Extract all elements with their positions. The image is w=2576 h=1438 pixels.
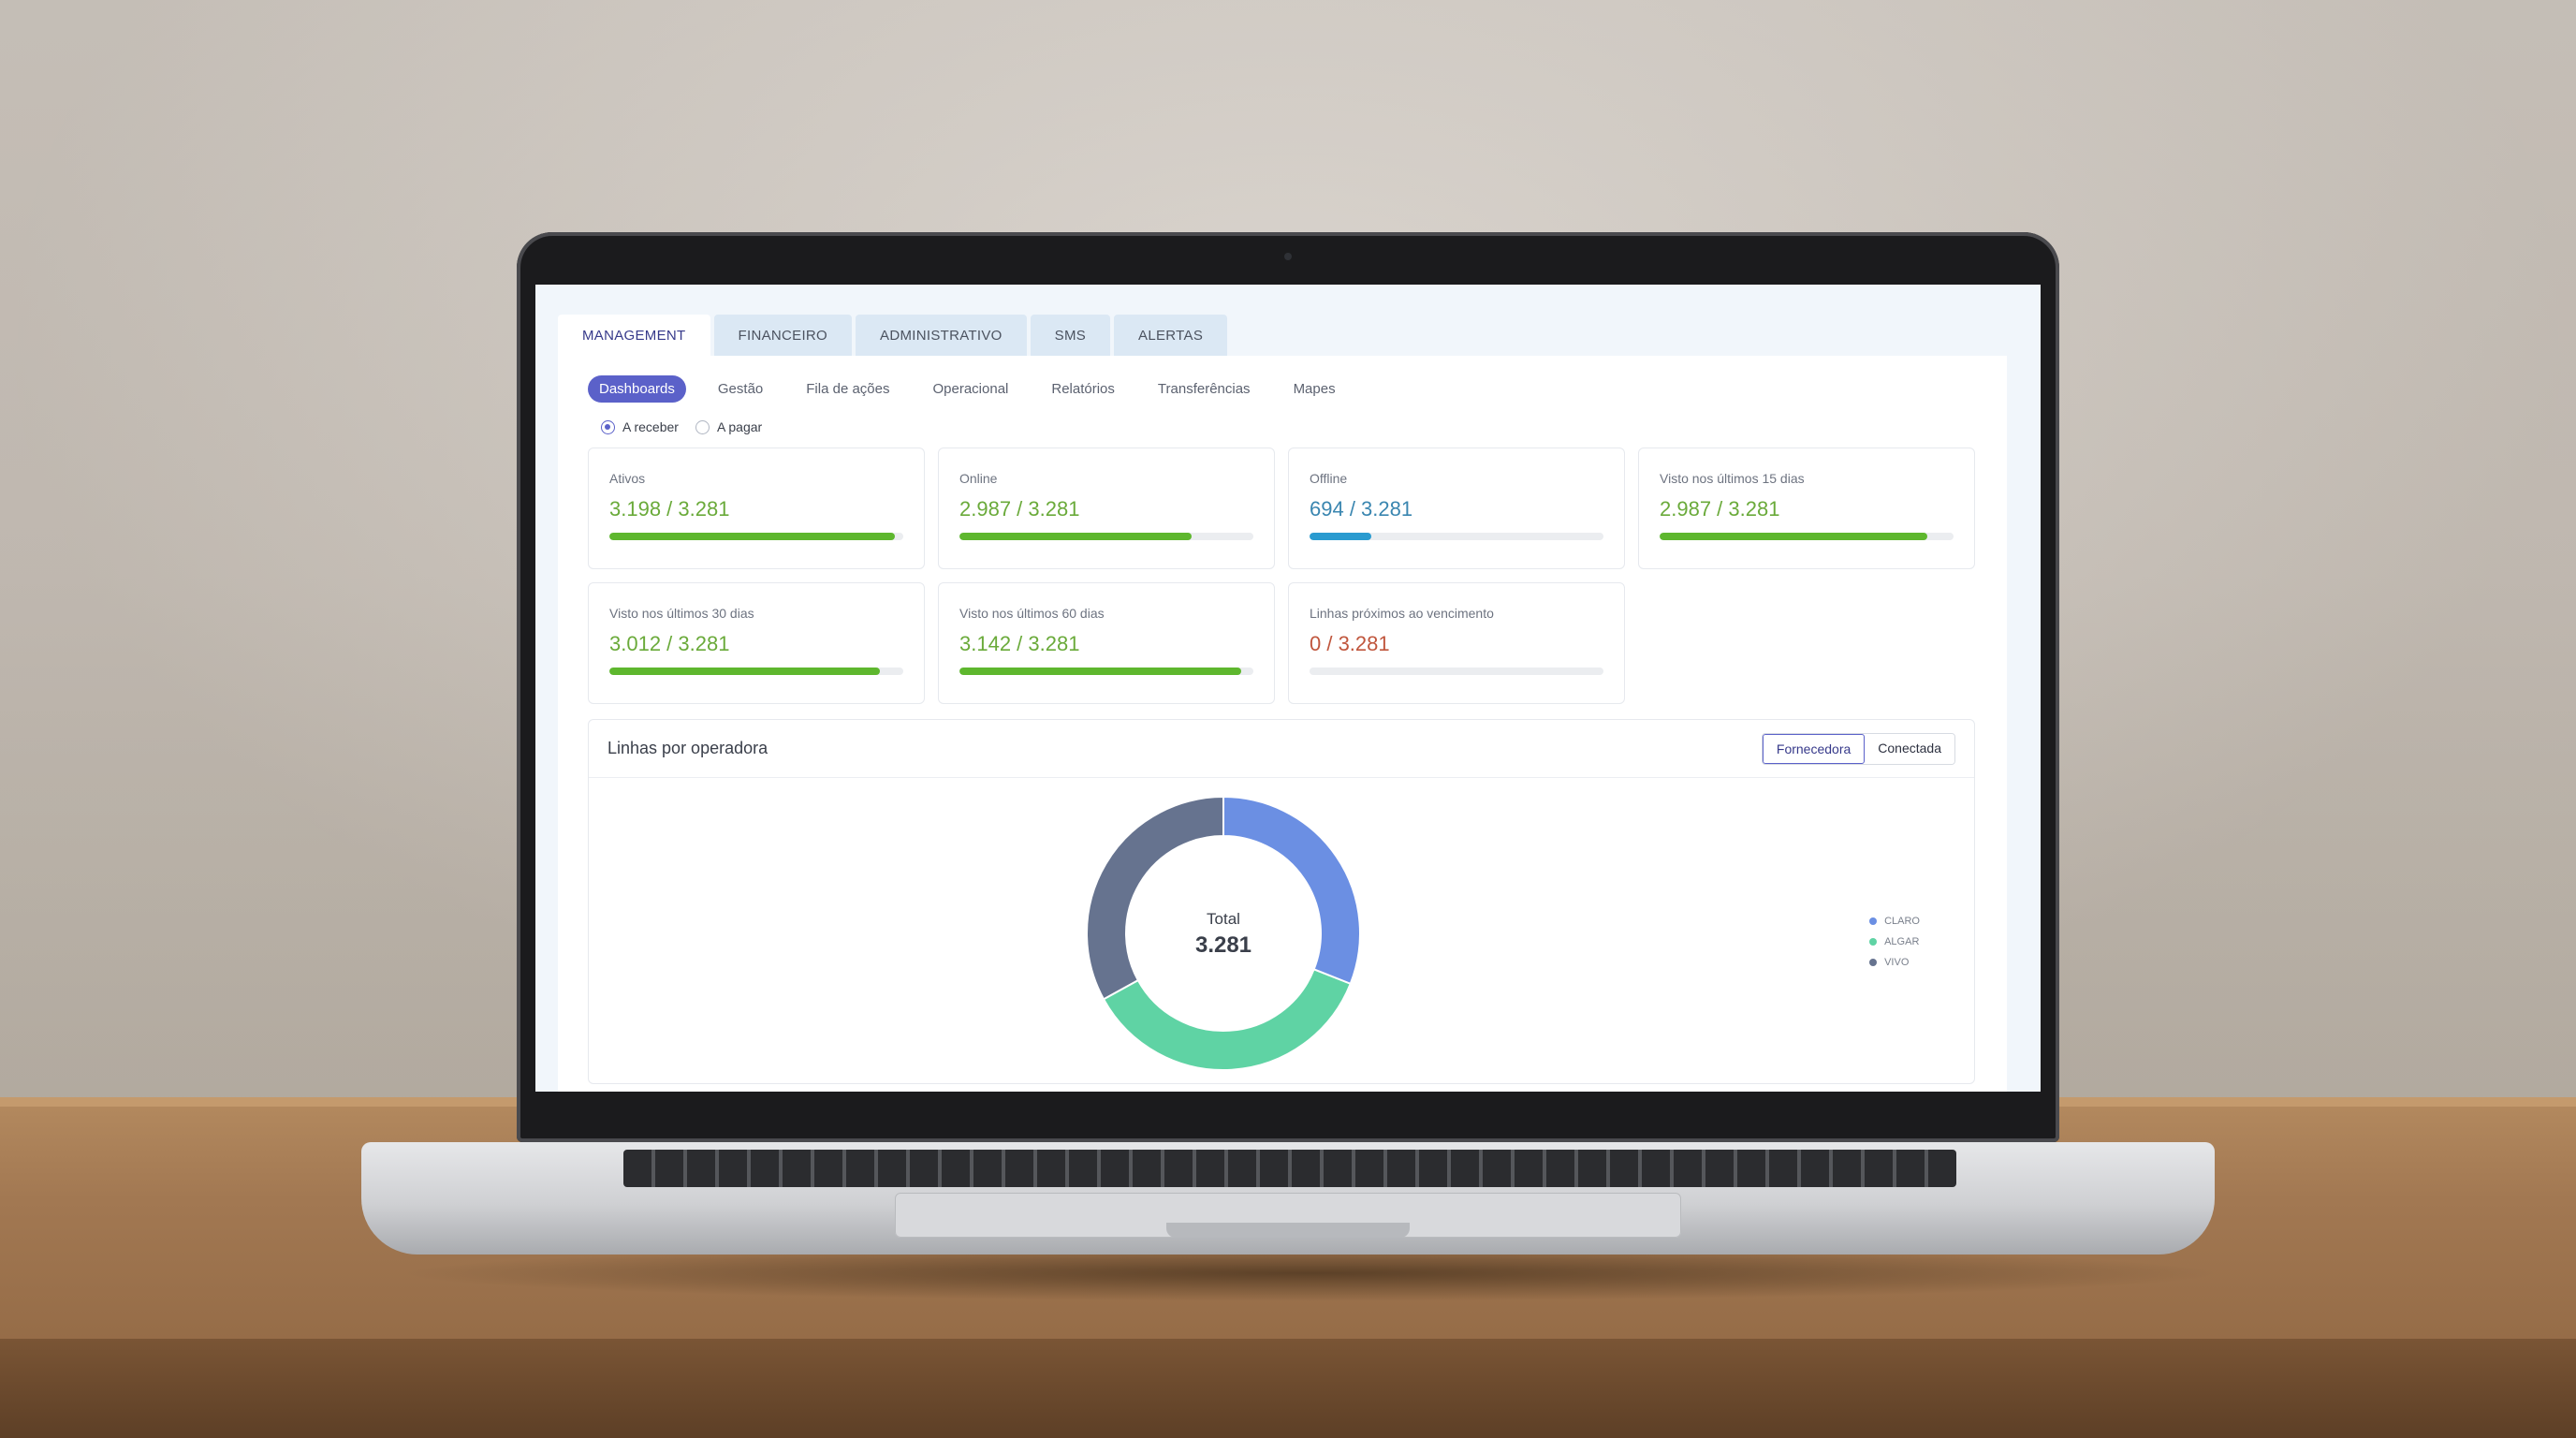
progress-track bbox=[1660, 533, 1954, 540]
metric-label: Visto nos últimos 60 dias bbox=[959, 606, 1105, 621]
progress-track bbox=[959, 533, 1253, 540]
app: MANAGEMENT FINANCEIRO ADMINISTRATIVO SMS ALE… bbox=[535, 285, 2041, 1092]
progress-track bbox=[609, 668, 903, 675]
legend-dot-icon bbox=[1869, 959, 1878, 966]
radio-a-receber[interactable]: A receber bbox=[601, 419, 679, 434]
toggle-fornecedora[interactable]: Fornecedora bbox=[1762, 733, 1866, 764]
chart-card: Linhas por operadora Fornecedora Conecta… bbox=[588, 719, 1975, 1084]
legend-item[interactable]: ALGAR bbox=[1869, 932, 1920, 952]
metric-label: Visto nos últimos 15 dias bbox=[1660, 471, 1805, 486]
legend-dot-icon bbox=[1869, 938, 1878, 946]
progress-fill bbox=[959, 668, 1242, 675]
laptop-screen: MANAGEMENT FINANCEIRO ADMINISTRATIVO SMS ALE… bbox=[535, 285, 2041, 1092]
tab-management[interactable]: MANAGEMENT bbox=[558, 315, 710, 356]
legend-dot-icon bbox=[1869, 917, 1878, 925]
legend-label: VIVO bbox=[1884, 957, 1910, 968]
metric-label: Offline bbox=[1310, 471, 1348, 486]
metric-value: 2.987 / 3.281 bbox=[959, 497, 1080, 521]
subnav-item[interactable]: Transferências bbox=[1147, 375, 1262, 403]
metric-cards: Ativos 3.198 / 3.281 Online 2.987 / 3.281 Of… bbox=[588, 448, 1977, 704]
radio-selected-icon bbox=[601, 419, 615, 434]
progress-fill bbox=[959, 533, 1193, 540]
metric-card[interactable]: Visto nos últimos 30 dias 3.012 / 3.281 bbox=[588, 582, 925, 704]
donut-chart: Total 3.281 bbox=[1086, 795, 1361, 1071]
legend-label: CLARO bbox=[1884, 916, 1920, 927]
progress-fill bbox=[1310, 533, 1371, 540]
laptop-lid: MANAGEMENT FINANCEIRO ADMINISTRATIVO SMS ALE… bbox=[517, 232, 2059, 1142]
metric-card[interactable]: Ativos 3.198 / 3.281 bbox=[588, 448, 925, 569]
radio-label: A receber bbox=[622, 419, 679, 434]
progress-fill bbox=[1660, 533, 1927, 540]
metric-value: 3.198 / 3.281 bbox=[609, 497, 730, 521]
toggle-conectada[interactable]: Conectada bbox=[1865, 733, 1954, 764]
legend-item[interactable]: CLARO bbox=[1869, 911, 1920, 932]
metric-label: Ativos bbox=[609, 471, 646, 486]
metric-value: 2.987 / 3.281 bbox=[1660, 497, 1780, 521]
progress-track bbox=[609, 533, 903, 540]
metric-card[interactable]: Visto nos últimos 15 dias 2.987 / 3.281 bbox=[1638, 448, 1975, 569]
legend-item[interactable]: VIVO bbox=[1869, 952, 1920, 973]
radio-label: A pagar bbox=[716, 419, 763, 434]
metric-label: Visto nos últimos 30 dias bbox=[609, 606, 754, 621]
laptop-base bbox=[361, 1142, 2215, 1255]
chart-title: Linhas por operadora bbox=[607, 739, 768, 757]
metric-value: 3.142 / 3.281 bbox=[959, 632, 1080, 655]
metric-card[interactable]: Linhas próximos ao vencimento 0 / 3.281 bbox=[1288, 582, 1625, 704]
metric-label: Online bbox=[959, 471, 998, 486]
lid-notch bbox=[1166, 1223, 1410, 1238]
metric-value: 3.012 / 3.281 bbox=[609, 632, 730, 655]
tab-financeiro[interactable]: FINANCEIRO bbox=[713, 315, 853, 356]
keyboard bbox=[623, 1150, 1956, 1187]
subnav-item[interactable]: Gestão bbox=[707, 375, 774, 403]
radio-a-pagar[interactable]: A pagar bbox=[695, 419, 762, 434]
tab-administrativo[interactable]: ADMINISTRATIVO bbox=[856, 315, 1027, 356]
progress-track bbox=[1310, 533, 1603, 540]
donut-center-value: 3.281 bbox=[1195, 932, 1251, 958]
sub-nav: Dashboards Gestão Fila de ações Operacional… bbox=[588, 374, 1977, 403]
radio-group: A receber A pagar bbox=[601, 419, 1977, 434]
tab-sms[interactable]: SMS bbox=[1030, 315, 1111, 356]
subnav-item[interactable]: Fila de ações bbox=[795, 375, 900, 403]
chart-toggle: Fornecedora Conectada bbox=[1761, 732, 1955, 765]
main-panel: Dashboards Gestão Fila de ações Operacional… bbox=[558, 356, 2007, 1092]
subnav-item[interactable]: Dashboards bbox=[588, 374, 686, 403]
metric-label: Linhas próximos ao vencimento bbox=[1310, 606, 1494, 621]
top-tabs: MANAGEMENT FINANCEIRO ADMINISTRATIVO SMS ALE… bbox=[558, 315, 2041, 356]
donut-slice-algar[interactable] bbox=[1102, 967, 1353, 1071]
progress-fill bbox=[609, 668, 880, 675]
legend-label: ALGAR bbox=[1884, 936, 1920, 947]
desk-front bbox=[0, 1339, 2576, 1438]
metric-card[interactable]: Online 2.987 / 3.281 bbox=[938, 448, 1275, 569]
progress-track bbox=[959, 668, 1253, 675]
subnav-item[interactable]: Relatórios bbox=[1040, 375, 1126, 403]
subnav-item[interactable]: Mapes bbox=[1282, 375, 1347, 403]
donut-slice-vivo[interactable] bbox=[1086, 795, 1224, 1001]
progress-track bbox=[1310, 668, 1603, 675]
donut-center-label: Total bbox=[1207, 910, 1240, 928]
tab-alertas[interactable]: ALERTAS bbox=[1114, 315, 1228, 356]
chart-legend: CLARO ALGAR VIVO bbox=[1869, 911, 1920, 973]
metric-card[interactable]: Visto nos últimos 60 dias 3.142 / 3.281 bbox=[938, 582, 1275, 704]
metric-value: 694 / 3.281 bbox=[1310, 497, 1413, 521]
subnav-item[interactable]: Operacional bbox=[921, 375, 1019, 403]
camera-icon bbox=[1284, 253, 1292, 260]
metric-value: 0 / 3.281 bbox=[1310, 632, 1390, 655]
radio-empty-icon bbox=[695, 419, 710, 434]
progress-fill bbox=[609, 533, 895, 540]
chart-header: Linhas por operadora Fornecedora Conecta… bbox=[589, 720, 1974, 778]
metric-card[interactable]: Offline 694 / 3.281 bbox=[1288, 448, 1625, 569]
